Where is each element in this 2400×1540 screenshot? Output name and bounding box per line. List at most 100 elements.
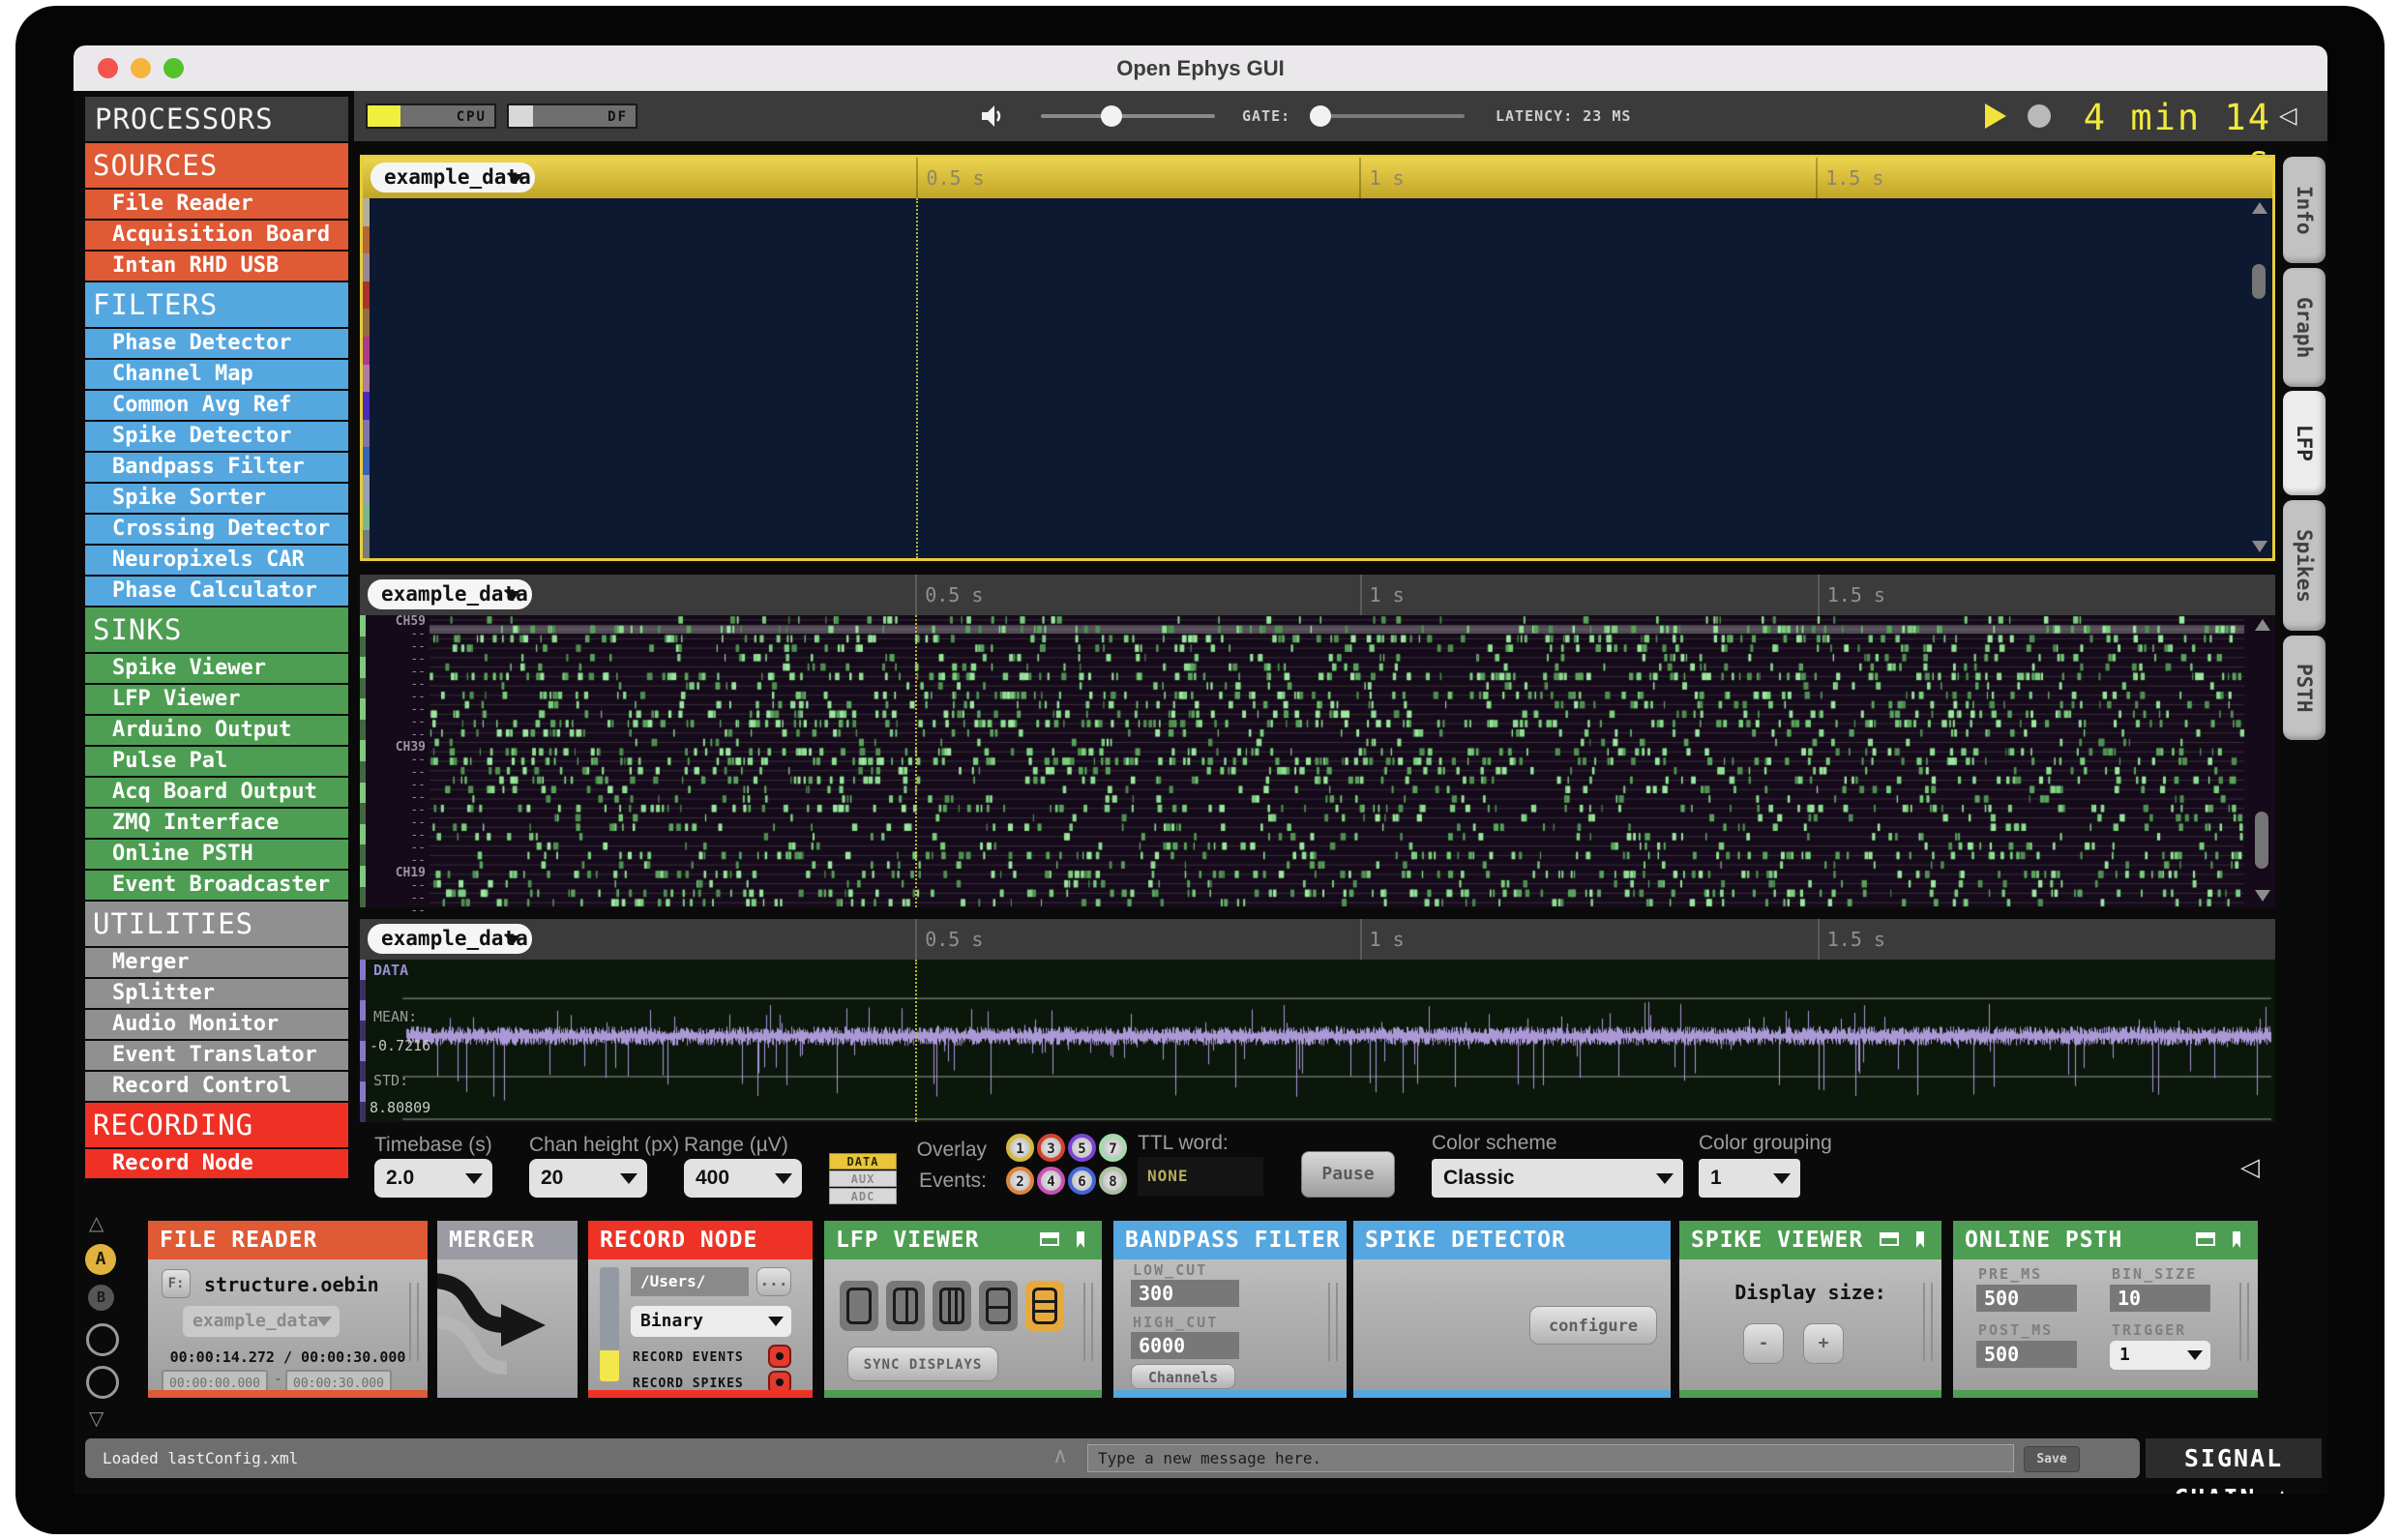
sidebar-item-zmq-interface[interactable]: ZMQ Interface: [85, 809, 348, 838]
layout-3col-button[interactable]: [933, 1281, 971, 1331]
layout-3row-button[interactable]: [1025, 1281, 1064, 1331]
module-handle[interactable]: [1083, 1283, 1093, 1362]
play-button[interactable]: [1985, 104, 2006, 129]
sidebar-section-utilities[interactable]: UTILITIES: [85, 902, 348, 946]
module-header[interactable]: SPIKE DETECTOR: [1353, 1221, 1671, 1259]
volume-slider-track[interactable]: [1041, 105, 1215, 127]
event-overlay-button-7[interactable]: 7: [1099, 1134, 1127, 1162]
chevron-up-icon[interactable]: ∧: [1052, 1444, 1068, 1468]
module-header[interactable]: BANDPASS FILTER: [1113, 1221, 1347, 1259]
collapse-controls-icon[interactable]: ◁: [2240, 1153, 2260, 1182]
subprocessor-dropdown[interactable]: example_data: [370, 163, 535, 192]
record-format-dropdown[interactable]: Binary: [631, 1306, 791, 1337]
module-header[interactable]: SPIKE VIEWER: [1679, 1221, 1941, 1259]
record-button[interactable]: [2028, 104, 2051, 128]
channels-button[interactable]: Channels: [1131, 1364, 1235, 1389]
raster-scrollbar[interactable]: [2252, 617, 2273, 903]
sidebar-item-file-reader[interactable]: File Reader: [85, 190, 348, 219]
sidebar-item-pulse-pal[interactable]: Pulse Pal: [85, 747, 348, 776]
gate-slider-knob[interactable]: [1310, 105, 1331, 127]
event-overlay-button-8[interactable]: 8: [1099, 1167, 1127, 1195]
sidebar-item-spike-sorter[interactable]: Spike Sorter: [85, 484, 348, 513]
scroll-thumb[interactable]: [2252, 263, 2266, 300]
sidebar-item-acq-board-output[interactable]: Acq Board Output: [85, 778, 348, 807]
browse-button[interactable]: ...: [756, 1267, 791, 1296]
selector-empty-1[interactable]: [86, 1323, 119, 1356]
layout-2col-button[interactable]: [886, 1281, 925, 1331]
sidebar-item-record-control[interactable]: Record Control: [85, 1072, 348, 1101]
chain-up-icon[interactable]: △: [89, 1211, 104, 1234]
sidebar-item-spike-detector[interactable]: Spike Detector: [85, 422, 348, 451]
configure-button[interactable]: configure: [1529, 1306, 1657, 1345]
sidebar-section-sources[interactable]: SOURCES: [85, 143, 348, 188]
scroll-thumb[interactable]: [2255, 812, 2268, 870]
window-icon[interactable]: [1040, 1232, 1059, 1246]
decrease-size-button[interactable]: -: [1743, 1323, 1784, 1364]
high-cut-field[interactable]: 6000: [1131, 1332, 1239, 1359]
layout-2row-button[interactable]: [979, 1281, 1018, 1331]
sidebar-item-crossing-detector[interactable]: Crossing Detector: [85, 515, 348, 544]
tab-info[interactable]: Info: [2283, 157, 2326, 263]
sidebar-item-phase-calculator[interactable]: Phase Calculator: [85, 577, 348, 606]
module-header[interactable]: FILE READER: [148, 1221, 428, 1259]
increase-size-button[interactable]: +: [1803, 1323, 1844, 1364]
module-header[interactable]: LFP VIEWER: [824, 1221, 1102, 1259]
color-grouping-dropdown[interactable]: 1: [1699, 1159, 1800, 1198]
selector-b-button[interactable]: B: [88, 1285, 114, 1311]
lfp-scrollbar[interactable]: [2249, 200, 2270, 554]
sidebar-item-common-avg-ref[interactable]: Common Avg Ref: [85, 391, 348, 420]
sidebar-item-audio-monitor[interactable]: Audio Monitor: [85, 1010, 348, 1039]
tab-spikes[interactable]: Spikes: [2283, 500, 2326, 631]
file-select-button[interactable]: F:: [162, 1269, 191, 1298]
sidebar-item-online-psth[interactable]: Online PSTH: [85, 840, 348, 869]
sidebar-item-intan-rhd-usb[interactable]: Intan RHD USB: [85, 252, 348, 281]
event-overlay-button-1[interactable]: 1: [1006, 1134, 1034, 1162]
pause-button[interactable]: Pause: [1301, 1151, 1395, 1198]
sidebar-item-splitter[interactable]: Splitter: [85, 979, 348, 1008]
volume-slider-knob[interactable]: [1101, 105, 1122, 127]
subprocessor-dropdown[interactable]: example_data: [368, 579, 532, 609]
sidebar-item-phase-detector[interactable]: Phase Detector: [85, 329, 348, 358]
pre-ms-field[interactable]: 500: [1976, 1285, 2077, 1312]
trigger-dropdown[interactable]: 1: [2110, 1341, 2210, 1370]
sidebar-item-arduino-output[interactable]: Arduino Output: [85, 716, 348, 745]
scroll-up-icon[interactable]: [2255, 619, 2270, 631]
bin-size-field[interactable]: 10: [2110, 1285, 2210, 1312]
sidebar-item-event-translator[interactable]: Event Translator: [85, 1041, 348, 1070]
sidebar-item-record-node[interactable]: Record Node: [85, 1149, 348, 1178]
record-path-field[interactable]: /Users/: [631, 1267, 749, 1296]
sidebar-section-filters[interactable]: FILTERS: [85, 282, 348, 327]
selector-empty-2[interactable]: [86, 1366, 119, 1399]
chain-down-icon[interactable]: ▽: [89, 1407, 104, 1430]
sidebar-item-spike-viewer[interactable]: Spike Viewer: [85, 654, 348, 683]
event-overlay-button-6[interactable]: 6: [1068, 1167, 1096, 1195]
module-header[interactable]: RECORD NODE: [588, 1221, 813, 1259]
module-handle[interactable]: [1328, 1283, 1338, 1362]
signal-type-data[interactable]: DATA: [829, 1153, 897, 1170]
sidebar-item-channel-map[interactable]: Channel Map: [85, 360, 348, 389]
scroll-up-icon[interactable]: [2252, 202, 2267, 214]
chan-height-dropdown[interactable]: 20: [529, 1159, 647, 1198]
selector-a-button[interactable]: A: [85, 1244, 116, 1275]
scroll-down-icon[interactable]: [2255, 890, 2270, 902]
message-input[interactable]: [1087, 1444, 2014, 1472]
event-overlay-button-4[interactable]: 4: [1037, 1167, 1065, 1195]
post-ms-field[interactable]: 500: [1976, 1341, 2077, 1368]
window-icon[interactable]: [1880, 1232, 1899, 1246]
record-events-toggle[interactable]: [768, 1345, 791, 1368]
color-scheme-dropdown[interactable]: Classic: [1432, 1159, 1683, 1198]
layout-1col-button[interactable]: [840, 1281, 878, 1331]
event-overlay-button-2[interactable]: 2: [1006, 1167, 1034, 1195]
gate-slider-track[interactable]: [1310, 105, 1465, 127]
subprocessor-dropdown[interactable]: example_data: [368, 924, 532, 954]
sidebar-section-recording[interactable]: RECORDING: [85, 1103, 348, 1147]
dataset-dropdown[interactable]: example_data: [183, 1306, 340, 1337]
collapse-toolbar-icon[interactable]: ◁: [2279, 102, 2296, 129]
tab-lfp[interactable]: LFP: [2283, 391, 2326, 495]
scroll-down-icon[interactable]: [2252, 541, 2267, 552]
sync-displays-button[interactable]: SYNC DISPLAYS: [847, 1347, 998, 1381]
window-icon[interactable]: [2196, 1232, 2215, 1246]
signal-chain-toggle[interactable]: SIGNAL CHAIN △: [2146, 1438, 2322, 1494]
low-cut-field[interactable]: 300: [1131, 1280, 1239, 1307]
sidebar-section-sinks[interactable]: SINKS: [85, 607, 348, 652]
